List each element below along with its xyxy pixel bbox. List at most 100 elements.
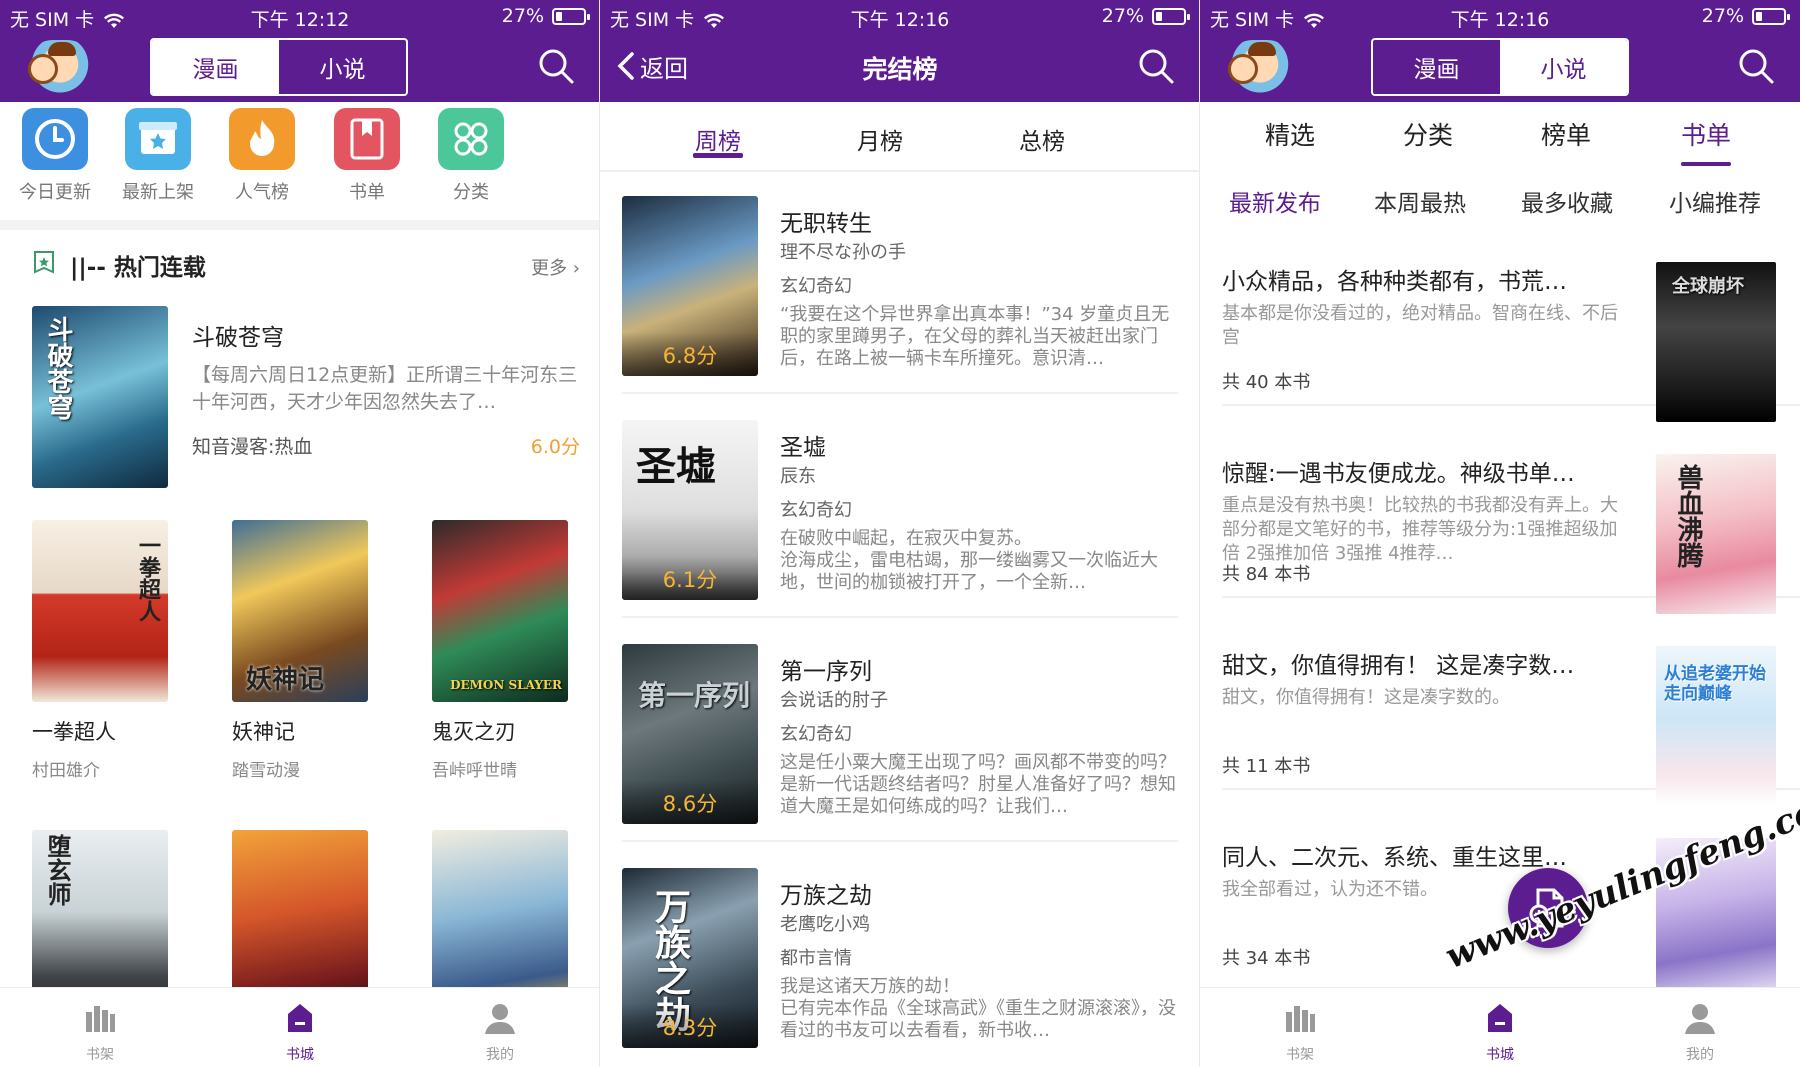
tab-bookshelf[interactable]: 书架: [1200, 988, 1400, 1067]
tab-comic[interactable]: 漫画: [152, 40, 279, 94]
ranking-item[interactable]: 第一序列 8.6分 第一序列 会说话的肘子 玄幻奇幻 这是任小粟大魔王出现了吗？…: [622, 622, 1178, 842]
tab-category[interactable]: 分类: [1358, 116, 1498, 152]
book-author: 老鹰吃小鸡: [780, 914, 870, 935]
booklist-item[interactable]: 甜文，你值得拥有！ 这是凑字数… 甜文，你值得拥有！这是凑字数的。 共 11 本…: [1222, 624, 1800, 806]
booklist-item[interactable]: 惊醒:一遇书友便成龙。神级书单… 重点是没有热书奥！比较热的书我都没有弄上。大部…: [1222, 432, 1800, 614]
avatar[interactable]: [1226, 40, 1294, 94]
book-description: 我是这诸天万族的劫！ 已有完本作品《全球高武》《重生之财源滚滚》，没看过的书友可…: [780, 976, 1176, 1041]
comic-author: 村田雄介: [32, 761, 100, 781]
book-description: “我要在这个异世界拿出真本事！”34 岁童贞且无职的家里蹲男子，在父母的葬礼当天…: [780, 304, 1170, 369]
avatar[interactable]: [26, 40, 94, 94]
booklist-sort-tabs: 最新发布 本周最热 最多收藏 小编推荐: [1200, 178, 1800, 228]
battery-percent: 27%: [501, 5, 544, 27]
tab-ranking[interactable]: 榜单: [1496, 116, 1636, 152]
grid-item[interactable]: 一拳超人 一拳超人 村田雄介: [32, 520, 168, 781]
app-header: 无 SIM 卡 下午 12:16 27% 返回 完结榜: [600, 0, 1200, 102]
search-icon[interactable]: [1734, 44, 1778, 88]
status-bar: 无 SIM 卡 下午 12:16 27%: [600, 0, 1200, 34]
booklist-count: 共 34 本书: [1222, 948, 1311, 969]
grid-item[interactable]: [432, 830, 568, 1012]
cover-image: 万族之劫 8.3分: [622, 868, 758, 1048]
cover-title-art: 全球崩坏: [1672, 276, 1744, 297]
battery-icon: [1752, 8, 1790, 25]
tab-selected[interactable]: 精选: [1220, 116, 1360, 152]
more-link[interactable]: 更多 ›: [531, 254, 580, 280]
book-genre: 玄幻奇幻: [780, 276, 852, 297]
quick-nav: 今日更新 最新上架 人气榜 书单 分类: [0, 108, 600, 218]
comic-title: 鬼灭之刃: [432, 720, 516, 744]
quicknav-category[interactable]: 分类: [416, 108, 526, 204]
book-score: 6.8分: [622, 332, 758, 376]
tab-label: 书城: [286, 1047, 314, 1063]
tab-comic[interactable]: 漫画: [1373, 40, 1500, 94]
profile-icon: [1685, 1004, 1715, 1034]
tab-label: 书架: [1286, 1047, 1314, 1063]
status-bar: 无 SIM 卡 下午 12:12 27%: [0, 0, 600, 34]
grid-item[interactable]: [232, 830, 368, 1012]
tab-profile[interactable]: 我的: [400, 988, 600, 1067]
quicknav-popular[interactable]: 人气榜: [207, 108, 317, 204]
search-icon[interactable]: [1134, 44, 1178, 88]
comic-score: 6.0分: [530, 436, 580, 458]
booklist-title: 惊醒:一遇书友便成龙。神级书单…: [1222, 461, 1575, 487]
tab-novel[interactable]: 小说: [1500, 40, 1627, 94]
book-author: 理不尽な孙の手: [780, 242, 906, 263]
tab-total[interactable]: 总榜: [982, 122, 1102, 156]
ranking-item[interactable]: 万族之劫 8.3分 万族之劫 老鹰吃小鸡 都市言情 我是这诸天万族的劫！ 已有完…: [622, 846, 1178, 1066]
book-description: 在破败中崛起，在寂灭中复苏。 沧海成尘，雷电枯竭，那一缕幽雾又一次临近大地，世间…: [780, 528, 1158, 593]
quicknav-booklist[interactable]: 书单: [312, 108, 422, 204]
battery-icon: [1152, 8, 1190, 25]
booklist-title: 甜文，你值得拥有！ 这是凑字数…: [1222, 653, 1575, 679]
search-icon[interactable]: [534, 44, 578, 88]
bookshelf-icon: [86, 1006, 115, 1032]
ranking-item[interactable]: 6.8分 无职转生 理不尽な孙の手 玄幻奇幻 “我要在这个异世界拿出真本事！”3…: [622, 174, 1178, 394]
bookshelf-icon: [1286, 1006, 1315, 1032]
sort-hot-week[interactable]: 本周最热: [1345, 184, 1495, 218]
cover-image: 6.8分: [622, 196, 758, 376]
sort-most-favorited[interactable]: 最多收藏: [1492, 184, 1642, 218]
cover-image: 兽血沸腾: [1656, 454, 1776, 614]
tab-bookstore[interactable]: 书城: [200, 988, 400, 1067]
book-genre: 玄幻奇幻: [780, 724, 852, 745]
grid-item[interactable]: 堕玄师: [32, 830, 168, 1012]
cover-image: [232, 830, 368, 1012]
grid-item[interactable]: 妖神记 妖神记 踏雪动漫: [232, 520, 368, 781]
grid-item[interactable]: DEMON SLAYER 鬼灭之刃 吾峠呼世晴: [432, 520, 568, 781]
tab-bookstore[interactable]: 书城: [1400, 988, 1600, 1067]
battery-icon: [552, 8, 590, 25]
section-divider: [0, 220, 600, 230]
cover-image: [432, 830, 568, 1012]
page-title: 完结榜: [862, 55, 938, 84]
quicknav-new-arrivals[interactable]: 最新上架: [103, 108, 213, 204]
booklist-description: 基本都是你没看过的，绝对精品。智商在线、不后宫: [1222, 303, 1618, 348]
app-header: 无 SIM 卡 下午 12:12 27% 漫画 小说: [0, 0, 600, 102]
cover-image: 第一序列 8.6分: [622, 644, 758, 824]
book-title: 无职转生: [780, 211, 872, 237]
ranking-item[interactable]: 圣墟 6.1分 圣墟 辰东 玄幻奇幻 在破败中崛起，在寂灭中复苏。 沧海成尘，雷…: [622, 398, 1178, 618]
flame-icon: [229, 108, 295, 170]
tab-label: 书架: [86, 1047, 114, 1063]
sort-latest[interactable]: 最新发布: [1200, 184, 1350, 218]
book-score: 8.6分: [622, 780, 758, 824]
sort-editor-picks[interactable]: 小编推荐: [1640, 184, 1790, 218]
tab-label: 我的: [1686, 1047, 1714, 1063]
booklist-item[interactable]: 小众精品，各种种类都有，书荒… 基本都是你没看过的，绝对精品。智商在线、不后宫 …: [1222, 240, 1800, 422]
booklist-description: 重点是没有热书奥！比较热的书我都没有弄上。大部分都是文笔好的书，推荐等级分为:1…: [1222, 495, 1618, 564]
cover-title-art: 第一序列: [638, 679, 751, 712]
ranking-period-tabs: 周榜 月榜 总榜: [600, 102, 1200, 172]
featured-comic[interactable]: 斗破苍穹 斗破苍穹 【每周六周日12点更新】正所谓三十年河东三十年河西，天才少年…: [32, 306, 580, 490]
tab-novel[interactable]: 小说: [279, 40, 406, 94]
bookstore-comic-screen: 无 SIM 卡 下午 12:12 27% 漫画 小说 今日更新 最新上架 人气榜…: [0, 0, 600, 1067]
quicknav-label: 书单: [349, 182, 385, 203]
tab-weekly[interactable]: 周榜: [658, 122, 778, 158]
comic-author: 踏雪动漫: [232, 761, 300, 781]
tab-profile[interactable]: 我的: [1600, 988, 1800, 1067]
quicknav-today-update[interactable]: 今日更新: [0, 108, 110, 204]
tab-booklist[interactable]: 书单: [1636, 116, 1776, 152]
clock-icon: [22, 108, 88, 170]
book-genre: 都市言情: [780, 948, 852, 969]
cover-image: 妖神记: [232, 520, 368, 702]
tab-monthly[interactable]: 月榜: [820, 122, 940, 156]
tab-bookshelf[interactable]: 书架: [0, 988, 200, 1067]
cover-image: 从追老婆开始走向巅峰: [1656, 646, 1776, 806]
